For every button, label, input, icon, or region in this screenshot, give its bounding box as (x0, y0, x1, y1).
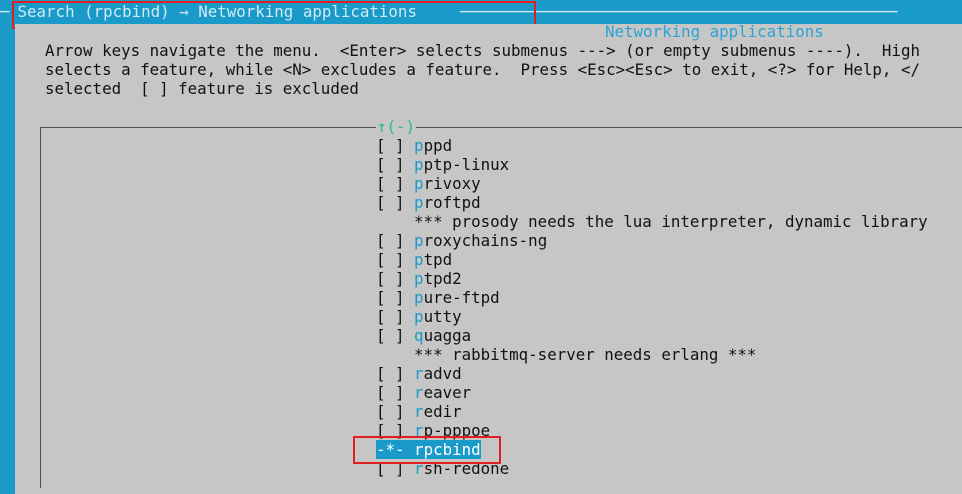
menu-item[interactable]: [ ] putty (376, 307, 928, 326)
menu-item[interactable]: [ ] reaver (376, 383, 928, 402)
checkbox[interactable]: [ ] (376, 288, 414, 307)
hotkey-letter: p (414, 231, 424, 250)
menu-item-label: eaver (423, 383, 472, 402)
checkbox[interactable]: [ ] (376, 421, 414, 440)
help-text: Arrow keys navigate the menu. <Enter> se… (45, 41, 920, 98)
menu-item[interactable]: [ ] rp-pppoe (376, 421, 928, 440)
menu-item[interactable]: [ ] proftpd (376, 193, 928, 212)
title-bar-right-border: ────────────────────────────────────────… (460, 2, 898, 21)
checkbox[interactable]: [ ] (376, 326, 414, 345)
menu-item-label: ptp-linux (423, 155, 510, 174)
checkbox[interactable]: [ ] (376, 250, 414, 269)
menu-item-label: rivoxy (423, 174, 481, 193)
menu-item[interactable]: [ ] privoxy (376, 174, 928, 193)
menu-item[interactable]: [ ] pptp-linux (376, 155, 928, 174)
menu-item-label: *** rabbitmq-server needs erlang *** (414, 345, 757, 364)
hotkey-letter: p (414, 155, 424, 174)
hotkey-letter: r (414, 402, 424, 421)
hotkey-letter: q (414, 326, 424, 345)
menu-item-label: tpd (423, 250, 453, 269)
hotkey-letter: p (414, 136, 424, 155)
help-line: selects a feature, while <N> excludes a … (45, 60, 920, 79)
menu-comment: *** rabbitmq-server needs erlang *** (376, 345, 928, 364)
hotkey-letter: p (414, 288, 424, 307)
menu-item[interactable]: [ ] ptpd (376, 250, 928, 269)
menuconfig-dialog: Networking applications Arrow keys navig… (15, 22, 962, 494)
hotkey-letter: p (414, 269, 424, 288)
menu-comment: *** prosody needs the lua interpreter, d… (376, 212, 928, 231)
menu-item-label: ure-ftpd (423, 288, 500, 307)
menu-item-label: uagga (423, 326, 472, 345)
checkbox[interactable]: [ ] (376, 307, 414, 326)
menu-item-label: roxychains-ng (423, 231, 548, 250)
checkbox[interactable]: [ ] (376, 155, 414, 174)
menu-item-label: utty (423, 307, 462, 326)
menu-item-label: *** prosody needs the lua interpreter, d… (414, 212, 928, 231)
hotkey-letter: r (414, 421, 424, 440)
menu-item[interactable]: [ ] proxychains-ng (376, 231, 928, 250)
menu-item-label: pcbind (423, 440, 481, 459)
menu-item[interactable]: [ ] radvd (376, 364, 928, 383)
checkbox[interactable]: [ ] (376, 136, 414, 155)
menu-item[interactable]: [ ] pure-ftpd (376, 288, 928, 307)
checkbox[interactable]: [ ] (376, 174, 414, 193)
hotkey-letter: r (414, 459, 424, 478)
menu-item-label: edir (423, 402, 462, 421)
checkbox[interactable]: [ ] (376, 231, 414, 250)
menu-item-label: roftpd (423, 193, 481, 212)
menu-item[interactable]: [ ] redir (376, 402, 928, 421)
checkbox[interactable]: -*- (376, 440, 415, 459)
hotkey-letter: p (414, 174, 424, 193)
hotkey-letter: p (414, 307, 424, 326)
help-line: selected [ ] feature is excluded (45, 79, 359, 98)
checkbox[interactable]: [ ] (376, 383, 414, 402)
search-title-bar: ─ Search (rpcbind) → Networking applicat… (0, 0, 962, 24)
menu-item-label: advd (423, 364, 462, 383)
menu-item[interactable]: [ ] pppd (376, 136, 928, 155)
dialog-title: Networking applications (605, 22, 824, 41)
hotkey-letter: p (414, 250, 424, 269)
search-title: Search (rpcbind) → Networking applicatio… (8, 2, 427, 21)
menu-item[interactable]: -*- rpcbind (376, 440, 928, 459)
hotkey-letter: r (414, 383, 424, 402)
menu-item-label: ppd (423, 136, 453, 155)
scroll-up-indicator: ↑(-) (376, 117, 417, 136)
menu-item-label: sh-redone (423, 459, 510, 478)
menu-item[interactable]: [ ] rsh-redone (376, 459, 928, 478)
checkbox[interactable]: [ ] (376, 459, 414, 478)
hotkey-letter: r (414, 440, 424, 459)
menu-item[interactable]: [ ] quagga (376, 326, 928, 345)
checkbox[interactable]: [ ] (376, 364, 414, 383)
menu-item[interactable]: [ ] ptpd2 (376, 269, 928, 288)
menu-items: [ ] pppd[ ] pptp-linux[ ] privoxy[ ] pro… (376, 136, 928, 478)
checkbox[interactable]: [ ] (376, 193, 414, 212)
help-line: Arrow keys navigate the menu. <Enter> se… (45, 41, 920, 60)
checkbox[interactable]: [ ] (376, 269, 414, 288)
hotkey-letter: r (414, 364, 424, 383)
hotkey-letter: p (414, 193, 424, 212)
checkbox[interactable]: [ ] (376, 402, 414, 421)
menu-item-label: p-pppoe (423, 421, 491, 440)
menu-item-label: tpd2 (423, 269, 462, 288)
